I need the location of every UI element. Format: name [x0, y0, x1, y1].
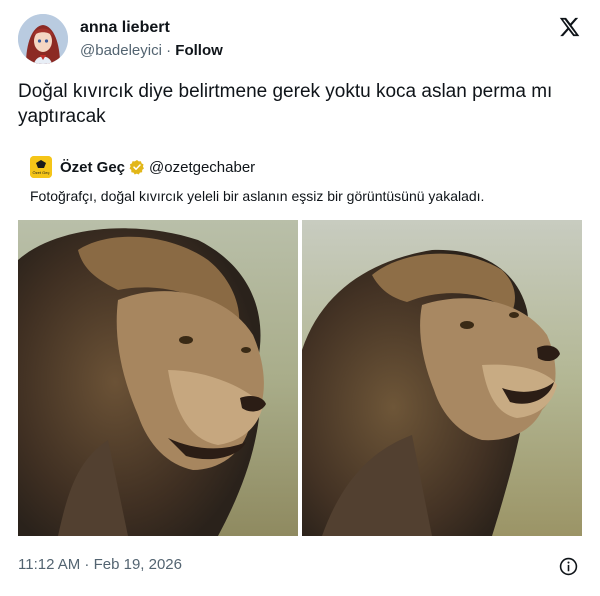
info-icon[interactable]	[559, 557, 578, 576]
tweet-timestamp[interactable]: 11:12 AM · Feb 19, 2026	[18, 556, 182, 573]
quote-header: Özet Geç Özet Geç @ozetgechaber	[18, 155, 584, 179]
follow-button[interactable]: Follow	[175, 42, 223, 59]
tweet-author: anna liebert @badeleyici · Follow	[80, 18, 223, 62]
lion-photo-left[interactable]	[18, 220, 299, 536]
quote-author-handle[interactable]: @ozetgechaber	[149, 159, 255, 176]
quote-text: Fotoğrafçı, doğal kıvırcık yeleli bir as…	[30, 188, 485, 204]
tweet-text: Doğal kıvırcık diye belirtmene gerek yok…	[18, 81, 553, 127]
verified-badge-icon	[129, 160, 144, 175]
quote-author-name[interactable]: Özet Geç	[60, 159, 125, 176]
tweet-media	[18, 220, 582, 536]
author-avatar[interactable]	[18, 14, 68, 64]
author-handle[interactable]: @badeleyici	[80, 42, 162, 59]
separator: ·	[166, 42, 172, 59]
x-logo-icon[interactable]	[558, 16, 580, 38]
quoted-tweet[interactable]: Özet Geç Özet Geç @ozetgechaber Fotoğraf…	[18, 155, 584, 206]
author-handle-row: @badeleyici · Follow	[80, 40, 223, 62]
quote-avatar-text: Özet Geç	[33, 170, 50, 175]
quote-avatar[interactable]: Özet Geç	[30, 156, 52, 178]
lion-photo-right[interactable]	[301, 220, 582, 536]
author-name[interactable]: anna liebert	[80, 18, 223, 38]
